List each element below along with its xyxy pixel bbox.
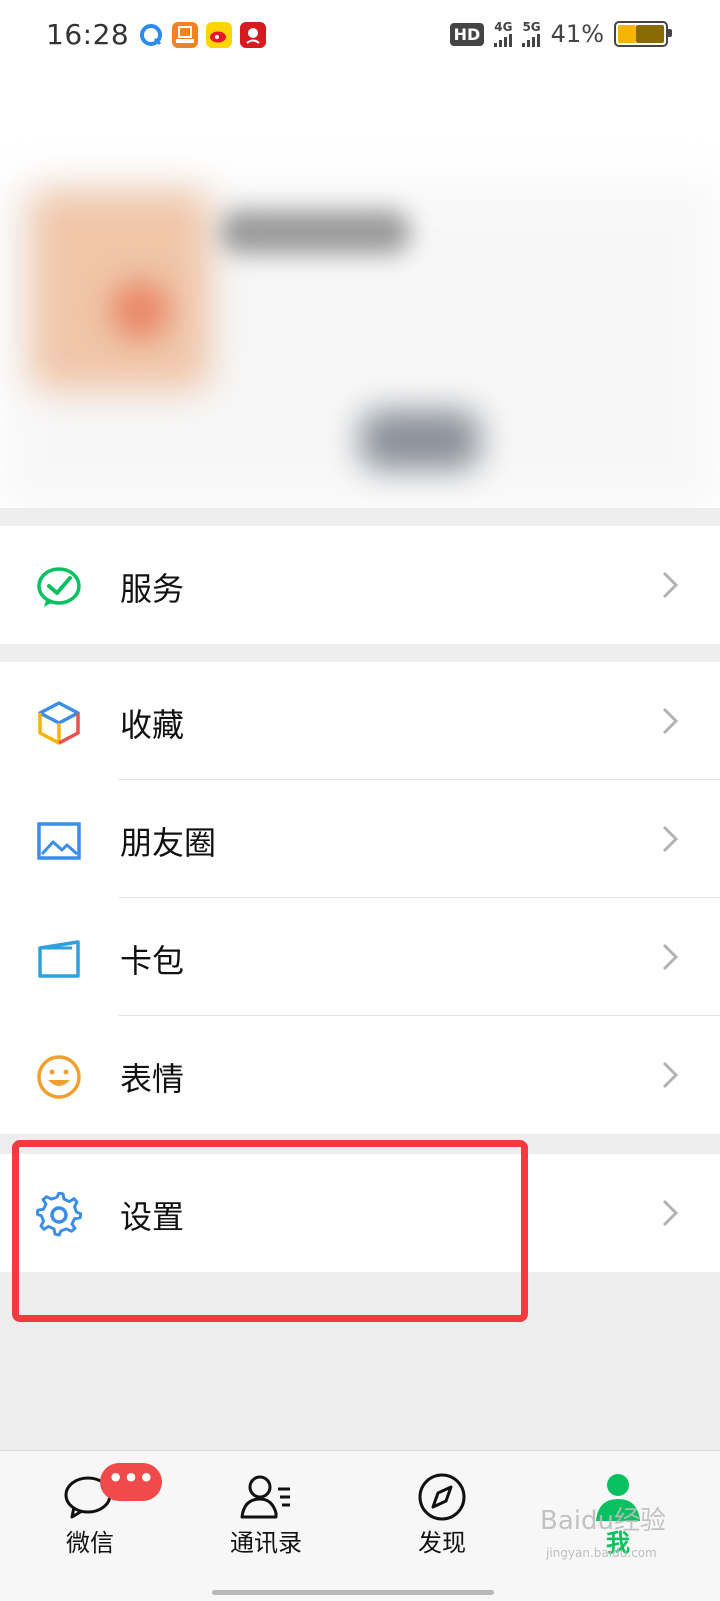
- browser-app-icon: [138, 22, 164, 48]
- watermark-url: jingyan.baidu.com: [546, 1546, 657, 1560]
- home-indicator[interactable]: [212, 1590, 494, 1595]
- tab-chats[interactable]: ••• 微信: [0, 1451, 180, 1571]
- menu-item-label: 朋友圈: [120, 824, 217, 862]
- news-app-icon: [240, 22, 266, 48]
- tab-label: 通讯录: [230, 1529, 302, 1557]
- wallet-icon: [36, 936, 82, 982]
- weibo-app-icon: [206, 22, 232, 48]
- profile-status: [360, 410, 480, 470]
- tab-discover[interactable]: 发现: [352, 1451, 532, 1571]
- menu-item-label: 服务: [120, 570, 185, 608]
- menu-item-services[interactable]: 服务: [0, 526, 720, 644]
- menu-item-favorites[interactable]: 收藏: [0, 662, 720, 780]
- avatar-detail: [110, 280, 170, 340]
- services-icon: [36, 564, 82, 610]
- moments-picture-icon: [36, 818, 82, 864]
- hd-voice-indicator: HD: [449, 22, 485, 46]
- shopping-app-icon: [172, 22, 198, 48]
- smiley-icon: [36, 1054, 82, 1100]
- battery-icon: [614, 21, 672, 47]
- favorites-cube-icon: [36, 700, 82, 746]
- features-group: 收藏 朋友圈 卡包 表情: [0, 662, 720, 1134]
- chevron-right-icon: [660, 824, 680, 854]
- chevron-right-icon: [660, 570, 680, 600]
- chevron-right-icon: [660, 942, 680, 972]
- status-bar: 16:28 HD 4G 5G 41%: [0, 0, 720, 80]
- menu-item-label: 收藏: [120, 706, 185, 744]
- battery-percent: 41%: [550, 20, 604, 48]
- tab-contacts[interactable]: 通讯录: [176, 1451, 356, 1571]
- menu-item-stickers[interactable]: 表情: [0, 1016, 720, 1134]
- highlight-annotation: [12, 1140, 528, 1322]
- unread-badge: •••: [100, 1463, 162, 1501]
- menu-item-moments[interactable]: 朋友圈: [0, 780, 720, 898]
- tab-label: 微信: [66, 1529, 114, 1557]
- services-group: 服务: [0, 526, 720, 644]
- tab-label: 发现: [418, 1529, 466, 1557]
- chevron-right-icon: [660, 706, 680, 736]
- status-indicators: HD 4G 5G 41%: [449, 20, 672, 48]
- chevron-right-icon: [660, 1060, 680, 1090]
- status-time: 16:28: [46, 18, 130, 51]
- profile-header[interactable]: [0, 80, 720, 508]
- signal-4g-icon: 4G: [494, 21, 512, 47]
- menu-item-label: 卡包: [120, 942, 185, 980]
- chevron-right-icon: [660, 1198, 680, 1228]
- contacts-person-icon: [236, 1467, 296, 1527]
- signal-5g-icon: 5G: [522, 21, 541, 47]
- profile-name: [220, 210, 410, 254]
- menu-item-cards[interactable]: 卡包: [0, 898, 720, 1016]
- notification-icons: [138, 22, 266, 48]
- compass-icon: [412, 1467, 472, 1527]
- watermark-logo: Baidu经验: [540, 1506, 666, 1536]
- menu-item-label: 表情: [120, 1060, 185, 1098]
